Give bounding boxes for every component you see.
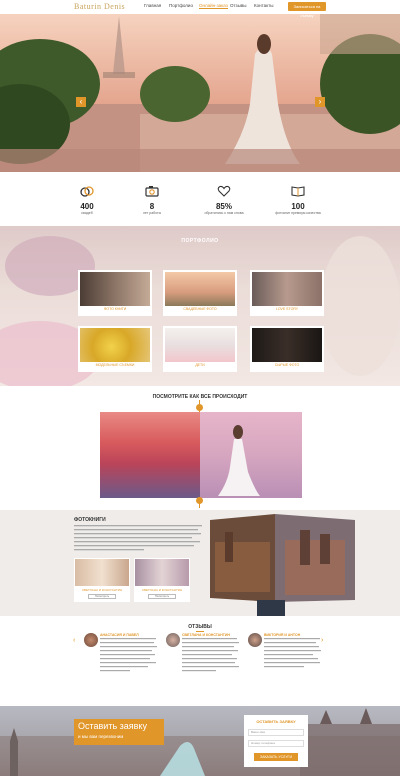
stat-returning: 85% обратились к нам снова — [184, 184, 264, 215]
site-header: Baturin Denis Главная Портфолио Онлайн-з… — [0, 0, 400, 18]
stat-label: обратились к нам снова — [204, 211, 244, 215]
portfolio-label: ДЕТИ — [195, 363, 205, 367]
portfolio-label: СВАДЕБНЫЕ ФОТО — [183, 307, 217, 311]
portfolio-section: ПОРТФОЛИО ФОТО КНИГИ СВАДЕБНЫЕ ФОТО LOVE… — [0, 226, 400, 386]
slider-handle-top[interactable] — [196, 404, 203, 411]
stat-value: 85% — [215, 202, 232, 211]
view-button[interactable]: Посмотреть — [148, 594, 176, 599]
portfolio-thumb — [252, 328, 322, 362]
photobook-thumb — [75, 559, 129, 586]
slider-prev-button[interactable]: ‹ — [76, 97, 86, 107]
after-image[interactable] — [200, 412, 302, 498]
photobook-card[interactable]: СВЕТЛАНА И КОНСТАНТИН Посмотреть — [134, 558, 190, 602]
stat-label: лет работы — [142, 211, 162, 215]
avatar — [248, 633, 262, 647]
portfolio-label: МОДЕЛЬНЫЕ СЪЕМКИ — [95, 363, 135, 367]
portfolio-label: СЫРЫЕ ФОТО — [274, 363, 300, 367]
request-form: ОСТАВИТЬ ЗАЯВКУ Ваше имя Номер телефона … — [244, 715, 308, 767]
order-button[interactable]: ЗАКАЗАТЬ УСЛУГИ — [254, 753, 298, 761]
avatar — [84, 633, 98, 647]
portfolio-card-raw[interactable]: СЫРЫЕ ФОТО — [250, 326, 324, 372]
hero-image — [0, 14, 400, 172]
review-text-lines — [264, 638, 321, 668]
view-button[interactable]: Посмотреть — [88, 594, 116, 599]
stat-photobooks: 100 фотокниг премиум качества — [258, 184, 338, 215]
before-image — [100, 412, 200, 498]
book-shoot-button[interactable]: Записаться на съемку — [288, 2, 326, 18]
title-underline — [196, 631, 204, 632]
photobooks-title: ФОТОКНИГИ — [74, 517, 106, 523]
phone-field[interactable]: Номер телефона — [248, 740, 304, 747]
logo[interactable]: Baturin Denis — [74, 2, 125, 11]
nav-portfolio[interactable]: Портфолио — [169, 3, 193, 8]
portfolio-thumb — [80, 328, 150, 362]
stat-value: 8 — [149, 202, 155, 211]
portfolio-label: LOVE STORY — [275, 307, 299, 311]
request-heading: Оставить заявку — [78, 721, 147, 731]
photobooks-section: ФОТОКНИГИ СВЕТЛАНА И КОНСТАНТИН Посмотре… — [0, 510, 400, 616]
camera-icon — [145, 186, 159, 197]
process-title: ПОСМОТРИТЕ КАК ВСЕ ПРОИСХОДИТ — [152, 394, 248, 400]
review-text-lines — [100, 638, 157, 672]
nav-online-order[interactable]: Онлайн-заказ — [199, 3, 228, 9]
castle-background — [0, 708, 400, 776]
nav-home[interactable]: Главная — [144, 3, 161, 8]
stat-years: 8 лет работы — [112, 184, 192, 215]
stats-section: 400 свадеб 8 лет работы 85% обратились к… — [0, 172, 400, 226]
bride-figure — [218, 425, 260, 496]
book-icon — [291, 186, 305, 197]
photobook-label: СВЕТЛАНА И КОНСТАНТИН — [141, 588, 183, 592]
slider-next-button[interactable]: › — [315, 97, 325, 107]
review-name: ВИКТОРИЯ И АНТОН — [264, 633, 301, 637]
portfolio-thumb — [165, 328, 235, 362]
form-title: ОСТАВИТЬ ЗАЯВКУ — [256, 719, 296, 724]
heart-icon — [217, 185, 231, 197]
portfolio-card-love-story[interactable]: LOVE STORY — [250, 270, 324, 316]
process-section: ПОСМОТРИТЕ КАК ВСЕ ПРОИСХОДИТ — [0, 386, 400, 510]
stat-label: фотокниг премиум качества — [275, 211, 321, 215]
portfolio-thumb — [252, 272, 322, 306]
portfolio-card-wedding[interactable]: СВАДЕБНЫЕ ФОТО — [163, 270, 237, 316]
review-name: АНАСТАСИЯ И ПАВЕЛ — [100, 633, 139, 637]
slider-handle-bottom[interactable] — [196, 497, 203, 504]
portfolio-label: ФОТО КНИГИ — [103, 307, 127, 311]
avatar — [166, 633, 180, 647]
photobook-thumb — [135, 559, 189, 586]
portfolio-card-kids[interactable]: ДЕТИ — [163, 326, 237, 372]
reviews-title: ОТЗЫВЫ — [188, 624, 212, 630]
stat-value: 100 — [291, 202, 305, 211]
hero-slider: ‹ › — [0, 14, 400, 172]
reviews-prev-button[interactable]: ‹ — [73, 637, 75, 644]
nav-contacts[interactable]: Контакты — [254, 3, 273, 8]
request-subheading: и мы вам перезвоним — [78, 734, 124, 739]
nav-reviews[interactable]: Отзывы — [230, 3, 246, 8]
open-photobook-image — [210, 514, 355, 616]
portfolio-thumb — [80, 272, 150, 306]
rings-icon — [80, 186, 94, 197]
review-text-lines — [182, 638, 239, 672]
photobook-label: СВЕТЛАНА И КОНСТАНТИН — [81, 588, 123, 592]
portfolio-card-model[interactable]: МОДЕЛЬНЫЕ СЪЕМКИ — [78, 326, 152, 372]
review-name: СВЕТЛАНА И КОНСТАНТИН — [182, 633, 230, 637]
name-field[interactable]: Ваше имя — [248, 729, 304, 736]
portfolio-thumb — [165, 272, 235, 306]
portfolio-card-photobooks[interactable]: ФОТО КНИГИ — [78, 270, 152, 316]
portfolio-title: ПОРТФОЛИО — [181, 238, 219, 244]
request-section: Оставить заявку и мы вам перезвоним ОСТА… — [0, 706, 400, 776]
photobook-card[interactable]: СВЕТЛАНА И КОНСТАНТИН Посмотреть — [74, 558, 130, 602]
photobooks-text-lines — [74, 525, 202, 551]
